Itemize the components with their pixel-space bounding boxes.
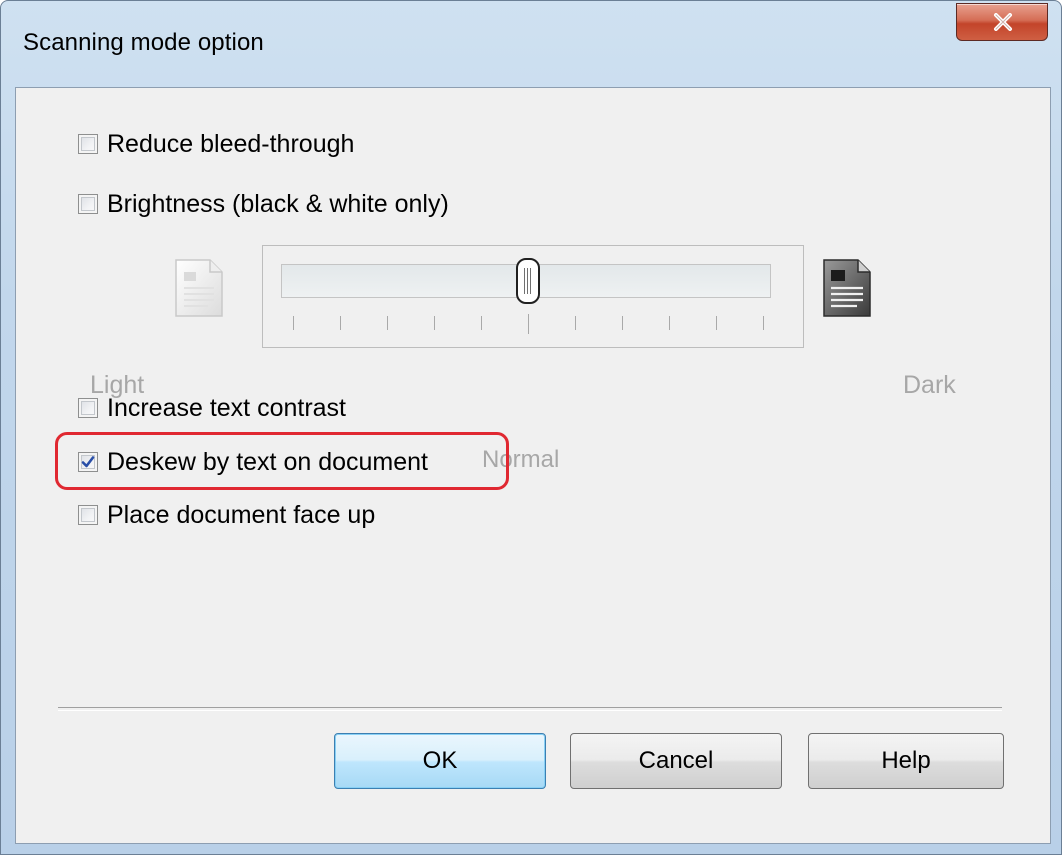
- reduce-bleed-checkbox[interactable]: [78, 134, 98, 154]
- dialog-client-area: Reduce bleed-through Brightness (black &…: [15, 87, 1051, 844]
- divider: [58, 707, 1002, 711]
- reduce-bleed-option[interactable]: Reduce bleed-through: [78, 124, 354, 164]
- dark-label: Dark: [903, 371, 956, 399]
- dark-document-icon: [823, 259, 871, 317]
- deskew-checkbox[interactable]: [78, 452, 98, 472]
- slider-tick: [387, 316, 388, 330]
- brightness-option[interactable]: Brightness (black & white only): [78, 184, 449, 224]
- help-button[interactable]: Help: [808, 733, 1004, 789]
- deskew-label[interactable]: Deskew by text on document: [107, 448, 428, 477]
- face-up-label[interactable]: Place document face up: [107, 501, 375, 530]
- reduce-bleed-label[interactable]: Reduce bleed-through: [107, 130, 354, 159]
- face-up-checkbox[interactable]: [78, 505, 98, 525]
- title-bar[interactable]: Scanning mode option: [1, 1, 1061, 87]
- slider-tick: [481, 316, 482, 330]
- increase-contrast-label[interactable]: Increase text contrast: [107, 394, 346, 423]
- slider-thumb[interactable]: [516, 258, 540, 304]
- slider-tick: [575, 316, 576, 330]
- deskew-option[interactable]: Deskew by text on document: [78, 442, 428, 482]
- slider-tick: [622, 316, 623, 330]
- check-mark-icon: [81, 456, 95, 468]
- light-document-icon: [175, 259, 223, 317]
- ok-button[interactable]: OK: [334, 733, 546, 789]
- close-x-icon: [994, 13, 1012, 31]
- brightness-checkbox[interactable]: [78, 194, 98, 214]
- close-button[interactable]: [956, 3, 1048, 41]
- cancel-button[interactable]: Cancel: [570, 733, 782, 789]
- brightness-slider[interactable]: [262, 245, 804, 348]
- slider-tick: [293, 316, 294, 330]
- slider-tick: [716, 316, 717, 330]
- increase-contrast-checkbox[interactable]: [78, 398, 98, 418]
- slider-tick: [763, 316, 764, 330]
- slider-tick: [340, 316, 341, 330]
- increase-contrast-option[interactable]: Increase text contrast: [78, 388, 346, 428]
- window-title: Scanning mode option: [23, 29, 264, 56]
- slider-tick: [528, 314, 529, 334]
- slider-tick: [669, 316, 670, 330]
- brightness-label[interactable]: Brightness (black & white only): [107, 190, 449, 219]
- dialog-window: Scanning mode option Reduce bleed-throug…: [0, 0, 1062, 855]
- slider-tick: [434, 316, 435, 330]
- face-up-option[interactable]: Place document face up: [78, 495, 375, 535]
